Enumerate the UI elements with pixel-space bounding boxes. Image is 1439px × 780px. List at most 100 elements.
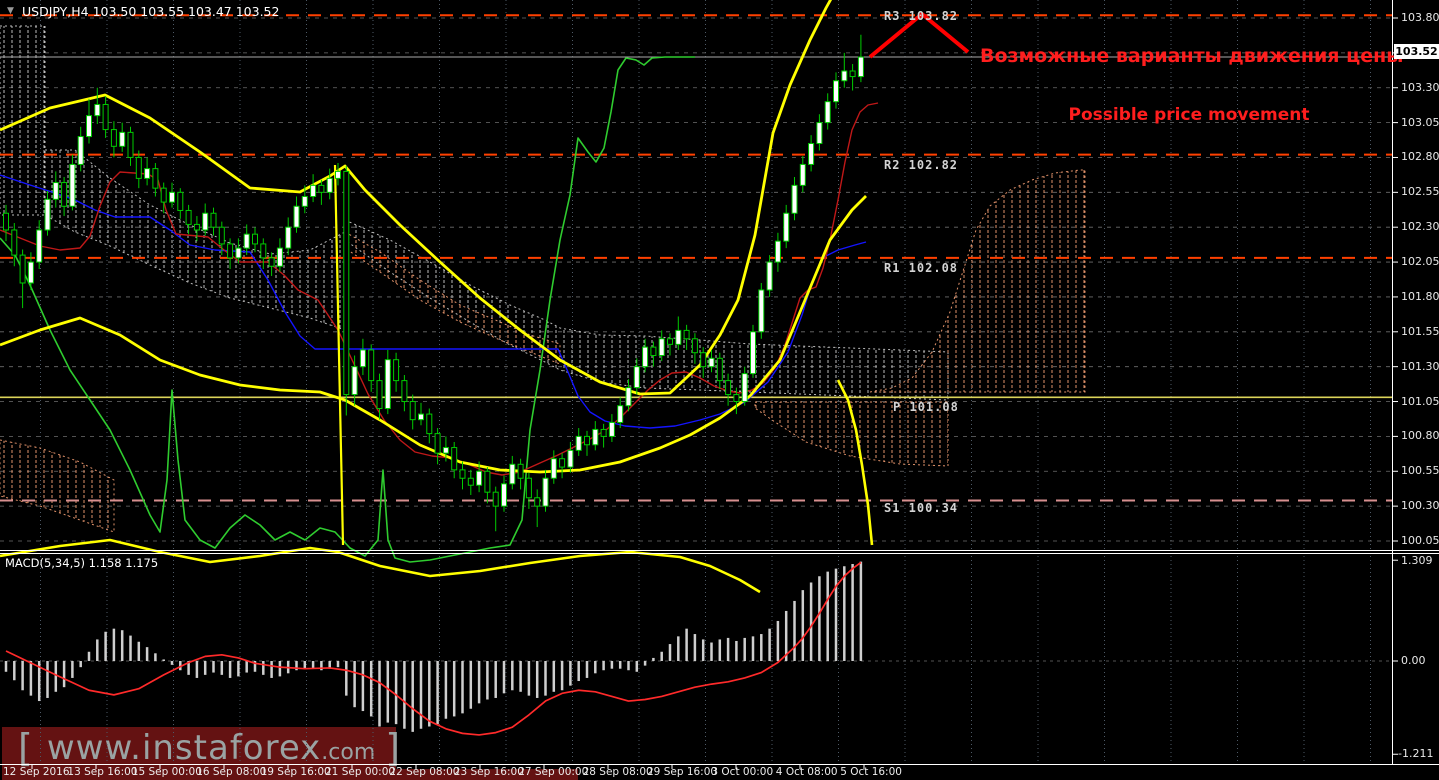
candle-bear (318, 184, 325, 193)
candle-bull (658, 338, 665, 357)
candle-bull (351, 366, 358, 396)
candle-bull (119, 131, 126, 147)
candle-bull (642, 346, 649, 368)
candle-bear (193, 223, 200, 231)
candle-bear (227, 243, 234, 259)
macd-indicator-label: MACD(5,34,5) 1.158 1.175 (5, 556, 159, 570)
candle-bull (77, 136, 84, 165)
price-axis-zone[interactable] (1393, 0, 1439, 765)
candle-bear (716, 357, 723, 382)
candle-bull (766, 261, 773, 291)
candle-bear (426, 413, 433, 435)
ichimoku-cloud (44, 149, 346, 331)
candle-bull (633, 366, 640, 389)
candle-bear (268, 257, 275, 267)
candle-bear (451, 447, 458, 471)
candle-bear (401, 380, 408, 403)
candle-bull (144, 168, 151, 179)
candle-bull (567, 449, 574, 468)
candle-bear (733, 394, 740, 403)
chart-title: USDJPY,H4 103.50 103.55 103.47 103.52 (22, 4, 280, 19)
candle-bear (135, 156, 142, 179)
price-movement-annotation: Возможные варианты движения цены Possibl… (980, 7, 1404, 163)
candle-bull (418, 413, 424, 421)
candle-bear (409, 401, 416, 421)
candle-bull (235, 247, 242, 259)
candle-bull (824, 101, 831, 124)
candle-bull (608, 421, 615, 437)
candle-bull (94, 103, 101, 117)
candle-bear (467, 477, 474, 486)
candle-bear (484, 470, 491, 493)
macd-signal-line (5, 561, 862, 736)
candle-bull (52, 182, 59, 200)
candle-bull (617, 405, 624, 423)
candle-bear (343, 170, 350, 396)
candle-bull (326, 177, 333, 193)
candle-bear (177, 191, 184, 211)
candle-bear (559, 458, 566, 468)
candle-bull (476, 470, 483, 486)
candle-bull (69, 163, 76, 207)
time-axis-zone[interactable] (0, 765, 1439, 780)
candle-bull (301, 196, 308, 207)
candle-bear (849, 70, 856, 78)
candle-bull (384, 359, 391, 410)
symbol-dropdown-icon[interactable]: ▼ (7, 6, 14, 16)
candle-bull (542, 477, 549, 507)
candle-bull (575, 435, 582, 451)
candle-bear (19, 254, 26, 284)
candle-bull (774, 240, 781, 263)
candle-bear (517, 463, 524, 479)
candle-bull (857, 56, 864, 78)
candle-bull (509, 463, 516, 485)
candle-bear (218, 226, 225, 245)
candle-bull (293, 205, 300, 228)
candle-bull (335, 170, 341, 179)
pivot-label-p: P 101.08 (893, 400, 959, 414)
candle-bull (202, 212, 209, 231)
pivot-label-r1: R1 102.08 (884, 261, 959, 275)
candle-bull (783, 212, 790, 242)
candle-bull (27, 261, 34, 284)
candle-bull (750, 331, 756, 375)
candle-bear (368, 349, 375, 382)
candle-bear (3, 212, 9, 231)
macd-layer (4, 561, 863, 736)
candle-bear (667, 338, 673, 345)
candle-bear (725, 380, 732, 396)
ichimoku-cloud-layer (0, 25, 1086, 533)
candle-bull (816, 122, 823, 145)
candle-bull (550, 458, 557, 479)
candle-bull (36, 229, 43, 263)
annotation-line-ru: Возможные варианты движения цены (980, 45, 1404, 67)
pivot-label-r3: R3 103.82 (884, 9, 959, 23)
candle-bear (210, 212, 217, 228)
ichimoku-cloud (0, 439, 115, 533)
candle-bear (393, 359, 400, 382)
candle-bull (169, 191, 175, 203)
candle-bull (625, 387, 632, 407)
candle-bull (758, 289, 765, 333)
candle-bear (110, 129, 117, 147)
candle-bear (434, 433, 441, 454)
candle-bull (841, 70, 848, 82)
candle-bear (534, 497, 541, 507)
candle-bear (584, 435, 590, 446)
candle-bull (592, 428, 599, 446)
candle-bear (650, 346, 657, 357)
candle-bull (310, 184, 317, 198)
candle-bull (808, 143, 815, 165)
candle-bull (708, 357, 715, 368)
pivot-label-s1: S1 100.34 (884, 501, 959, 515)
candle-bull (86, 115, 92, 138)
candle-bull (359, 349, 366, 368)
candle-bear (127, 131, 134, 158)
candle-bull (243, 233, 250, 249)
pivot-label-r2: R2 102.82 (884, 158, 959, 172)
candle-bull (285, 226, 292, 249)
candle-bear (160, 187, 167, 203)
candle-bear (185, 209, 192, 225)
candle-bear (260, 243, 267, 259)
candle-bear (376, 380, 383, 410)
